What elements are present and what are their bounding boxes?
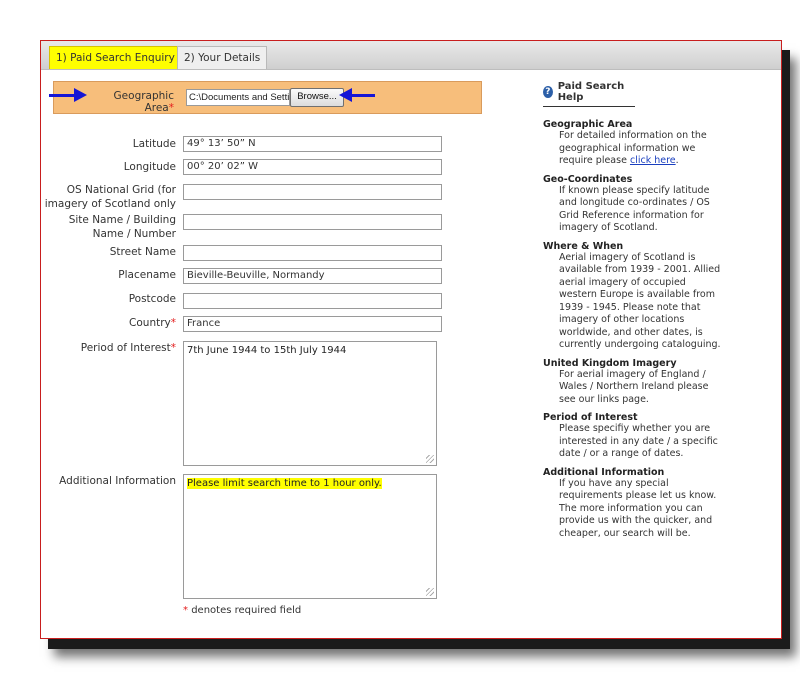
help-section: Period of Interest Please specifiy wheth… (543, 412, 718, 459)
help-section: Additional Information If you have any s… (543, 466, 717, 539)
help-icon: ? (543, 86, 553, 98)
additional-label: Additional Information (59, 475, 176, 487)
required-marker: * (170, 317, 176, 329)
help-section: United Kingdom Imagery For aerial imager… (543, 357, 709, 405)
click-here-link[interactable]: click here (630, 155, 676, 166)
latitude-label: Latitude (132, 138, 176, 150)
site-name-input[interactable] (183, 214, 442, 230)
placename-input[interactable]: Bieville-Beuville, Normandy (183, 268, 442, 284)
help-title: ? Paid Search Help (543, 81, 635, 107)
period-textarea[interactable]: 7th June 1944 to 15th July 1944 (183, 341, 437, 466)
os-grid-label: OS National Grid (for imagery of Scotlan… (44, 184, 176, 210)
form-panel: 1) Paid Search Enquiry 2) Your Details G… (40, 40, 782, 639)
help-sidebar: ? Paid Search Help Geographic Area For d… (543, 81, 723, 540)
required-marker: * (183, 605, 188, 616)
site-name-label: Site Name / Building Name / Number (68, 214, 176, 240)
file-path-input[interactable]: C:\Documents and Settir (186, 89, 290, 106)
tab-your-details[interactable]: 2) Your Details (177, 46, 268, 69)
resize-grip-icon[interactable] (426, 588, 434, 596)
longitude-input[interactable]: 00° 20’ 02” W (183, 159, 442, 175)
geographic-area-row: Geographic Area* C:\Documents and Settir… (53, 81, 482, 114)
required-note: * denotes required field (183, 605, 302, 616)
country-input[interactable]: France (183, 316, 442, 332)
additional-value: Please limit search time to 1 hour only. (187, 478, 382, 489)
tab-bar: 1) Paid Search Enquiry 2) Your Details (41, 41, 781, 70)
period-label: Period of Interest* (80, 342, 176, 354)
arrow-left-icon (339, 88, 375, 102)
postcode-label: Postcode (128, 293, 176, 305)
browse-button[interactable]: Browse... (290, 88, 344, 107)
street-name-input[interactable] (183, 245, 442, 261)
required-marker: * (170, 342, 176, 354)
help-section: Geographic Area For detailed information… (543, 119, 707, 166)
required-marker: * (168, 102, 174, 114)
geographic-area-label: Geographic Area* (113, 90, 174, 114)
help-section: Geo-Coordinates If known please specify … (543, 173, 710, 234)
postcode-input[interactable] (183, 293, 442, 309)
longitude-label: Longitude (123, 161, 176, 173)
street-name-label: Street Name (109, 246, 176, 258)
resize-grip-icon[interactable] (426, 455, 434, 463)
tab-paid-search-enquiry[interactable]: 1) Paid Search Enquiry (49, 46, 182, 69)
arrow-right-icon (49, 88, 87, 102)
period-value: 7th June 1944 to 15th July 1944 (187, 345, 347, 356)
os-grid-input[interactable] (183, 184, 442, 200)
additional-textarea[interactable]: Please limit search time to 1 hour only. (183, 474, 437, 599)
placename-label: Placename (118, 269, 176, 281)
country-label: Country* (129, 317, 176, 329)
help-section: Where & When Aerial imagery of Scotland … (543, 240, 721, 351)
latitude-input[interactable]: 49° 13’ 50” N (183, 136, 442, 152)
